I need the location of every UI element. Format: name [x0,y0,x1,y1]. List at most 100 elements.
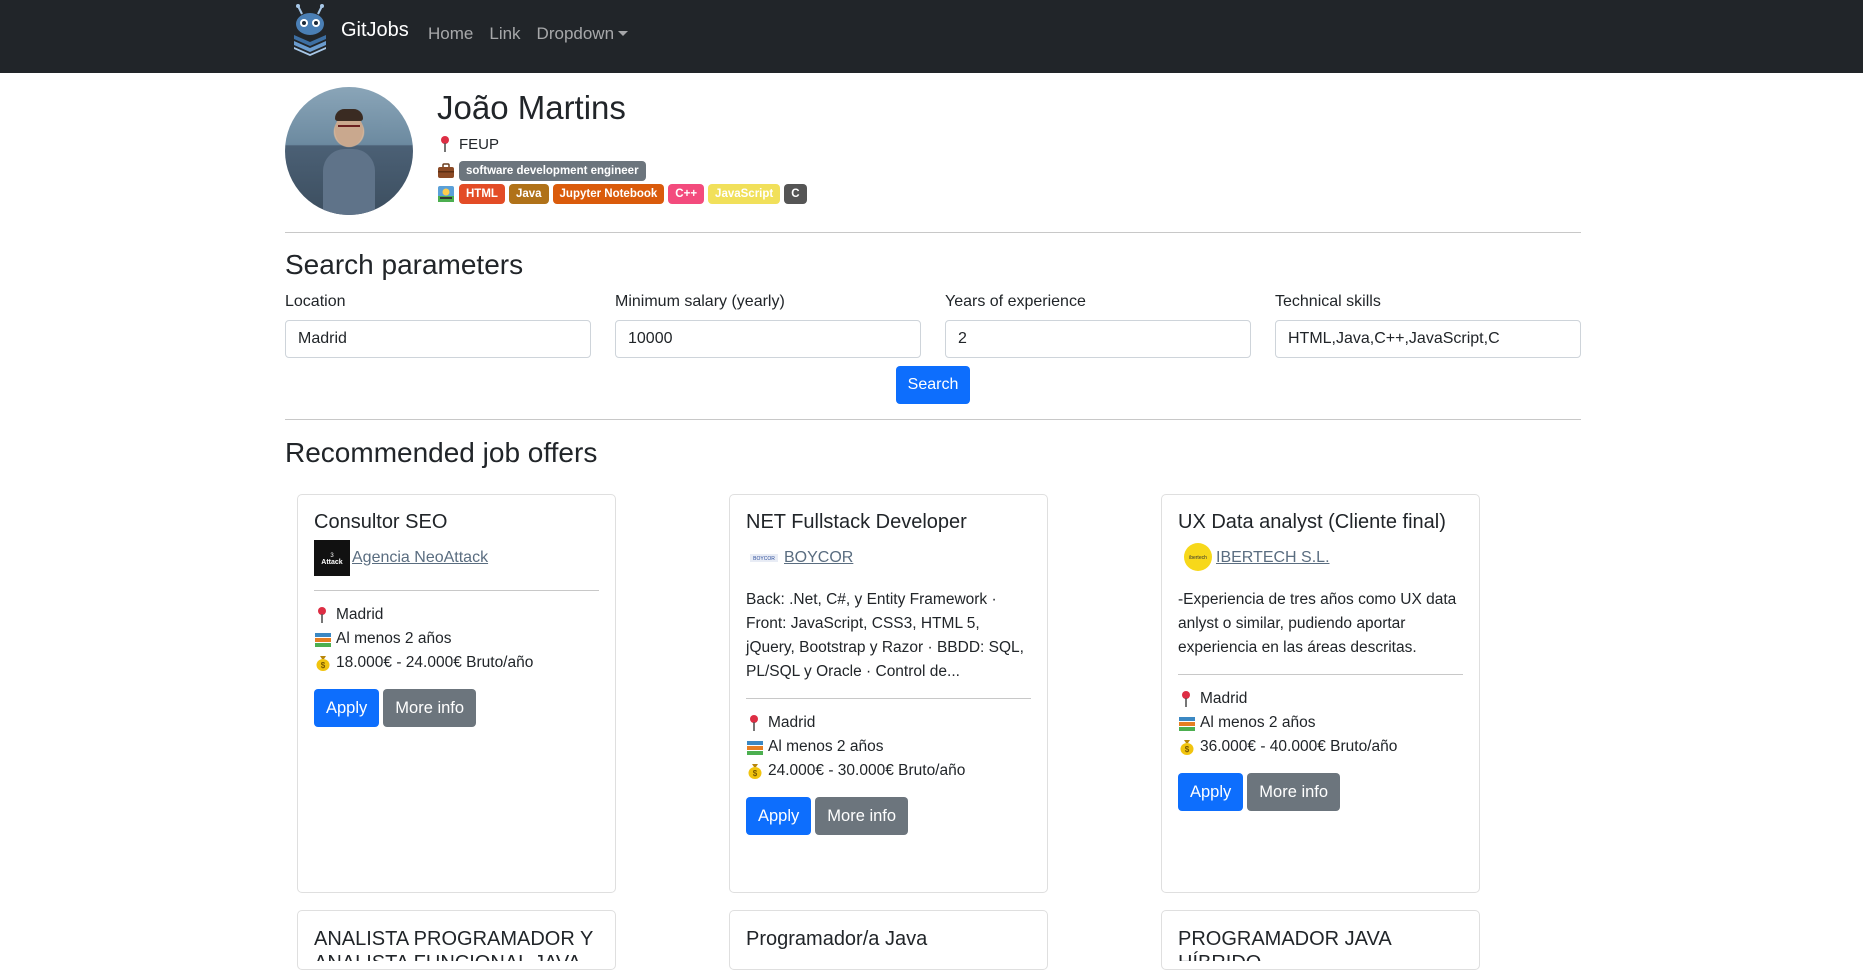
svg-text:Attack: Attack [321,559,343,566]
location-label: Location [285,293,346,310]
job-location: Madrid [1200,690,1248,707]
location-row: Madrid [314,603,599,627]
company-row: 3 Attack Agencia NeoAttack [314,540,599,576]
boycor-logo-icon: BOYCOR [750,554,778,562]
search-divider [285,419,1581,420]
experience-label: Years of experience [945,293,1086,310]
salary-row: $ 24.000€ - 30.000€ Bruto/año [746,759,1031,783]
ibertech-logo-icon: ibertech [1184,543,1212,571]
search-title: Search parameters [285,249,524,280]
skill-badge: HTML [459,184,505,204]
search-button[interactable]: Search [896,366,970,404]
profile-avatar [285,87,413,215]
skill-badge: C++ [668,184,705,204]
salary-row: $ 18.000€ - 24.000€ Bruto/año [314,651,599,675]
money-bag-icon: $ [316,656,330,671]
nav-home-link[interactable]: Home [428,24,473,44]
job-title: ANALISTA PROGRAMADOR Y ANALISTA FUNCIONA… [314,928,593,961]
more-info-button[interactable]: More info [815,797,909,835]
job-location: Madrid [768,714,816,731]
pushpin-icon [750,715,758,731]
job-card: Consultor SEO 3 Attack Agencia NeoAttack… [297,494,616,893]
company-link[interactable]: BOYCOR [784,549,853,567]
dropdown-label: Dropdown [536,24,615,43]
location-input[interactable] [285,320,591,358]
gitjobs-logo-icon [294,4,326,56]
location-row: Madrid [746,711,1031,735]
job-description: Back: .Net, C#, y Entity Framework · Fro… [746,591,1024,680]
job-card: UX Data analyst (Cliente final) ibertech… [1161,494,1480,893]
avatar-glasses [338,125,360,130]
skills-label: Technical skills [1275,293,1381,310]
salary-input[interactable] [615,320,921,358]
money-bag-icon: $ [748,764,762,779]
profile-name: João Martins [437,89,626,126]
apply-button[interactable]: Apply [746,797,812,835]
profile-location-row: FEUP [437,135,499,153]
job-salary: 18.000€ - 24.000€ Bruto/año [336,654,534,671]
location-row: Madrid [1178,687,1463,711]
job-experience: Al menos 2 años [768,738,884,755]
card-actions: Apply More info [1178,773,1463,811]
top-navbar: GitJobs Home Link Dropdown [0,0,1863,73]
skills-field: Technical skills [1275,293,1581,358]
company-row: BOYCOR BOYCOR [746,540,1031,576]
company-link[interactable]: Agencia NeoAttack [352,549,488,567]
apply-button[interactable]: Apply [314,689,380,727]
company-link[interactable]: IBERTECH S.L. [1216,549,1330,567]
pushpin-icon [441,136,449,152]
job-experience: Al menos 2 años [336,630,452,647]
card-divider [1178,674,1463,675]
job-title: PROGRAMADOR JAVA HÍBRIDO [1178,928,1391,961]
svg-text:$: $ [1185,745,1190,754]
card-actions: Apply More info [746,797,1031,835]
skill-badge: C [784,184,807,204]
job-title-badge: software development engineer [459,161,646,181]
brand[interactable]: GitJobs [289,4,409,56]
experience-row: Al menos 2 años [746,735,1031,759]
avatar-body [323,149,375,215]
svg-text:BOYCOR: BOYCOR [753,556,775,562]
job-description: -Experiencia de tres años como UX data a… [1178,591,1457,656]
neoattack-logo-icon: 3 Attack [314,540,350,576]
nav-link-link[interactable]: Link [489,24,520,44]
svg-text:$: $ [321,661,326,670]
profile-header: João Martins FEUP software development e… [285,73,1581,233]
card-actions: Apply More info [314,689,599,727]
svg-text:$: $ [753,769,758,778]
nav-dropdown-toggle[interactable]: Dropdown [537,24,629,44]
salary-row: $ 36.000€ - 40.000€ Bruto/año [1178,735,1463,759]
more-info-button[interactable]: More info [1247,773,1341,811]
location-field: Location [285,293,591,358]
books-icon [1179,717,1195,731]
company-row: ibertech IBERTECH S.L. [1178,540,1463,576]
experience-input[interactable] [945,320,1251,358]
job-title: Consultor SEO [314,511,448,533]
briefcase-icon [438,163,454,178]
salary-field: Minimum salary (yearly) [615,293,921,358]
salary-label: Minimum salary (yearly) [615,293,785,310]
profile-location: FEUP [459,135,500,153]
experience-field: Years of experience [945,293,1251,358]
job-card: NET Fullstack Developer BOYCOR BOYCOR Ba… [729,494,1048,893]
skill-badge: Jupyter Notebook [552,184,665,204]
nav-links: Home Link Dropdown [428,24,629,44]
job-experience: Al menos 2 años [1200,714,1316,731]
books-icon [747,741,763,755]
job-card: ANALISTA PROGRAMADOR Y ANALISTA FUNCIONA… [297,910,616,970]
apply-button[interactable]: Apply [1178,773,1244,811]
job-card: Programador/a Java [729,910,1048,970]
job-title: Programador/a Java [746,928,928,950]
skills-input[interactable] [1275,320,1581,358]
job-location: Madrid [336,606,384,623]
more-info-button[interactable]: More info [383,689,477,727]
recommended-title: Recommended job offers [285,437,598,468]
avatar-hair [335,109,363,121]
profile-divider [285,232,1581,233]
money-bag-icon: $ [1180,740,1194,755]
caret-down-icon [618,31,629,36]
construction-icon [438,186,454,202]
skill-badge: Java [508,184,549,204]
pushpin-icon [318,607,326,623]
profile-skills-row: HTML Java Jupyter Notebook C++ JavaScrip… [437,184,807,204]
